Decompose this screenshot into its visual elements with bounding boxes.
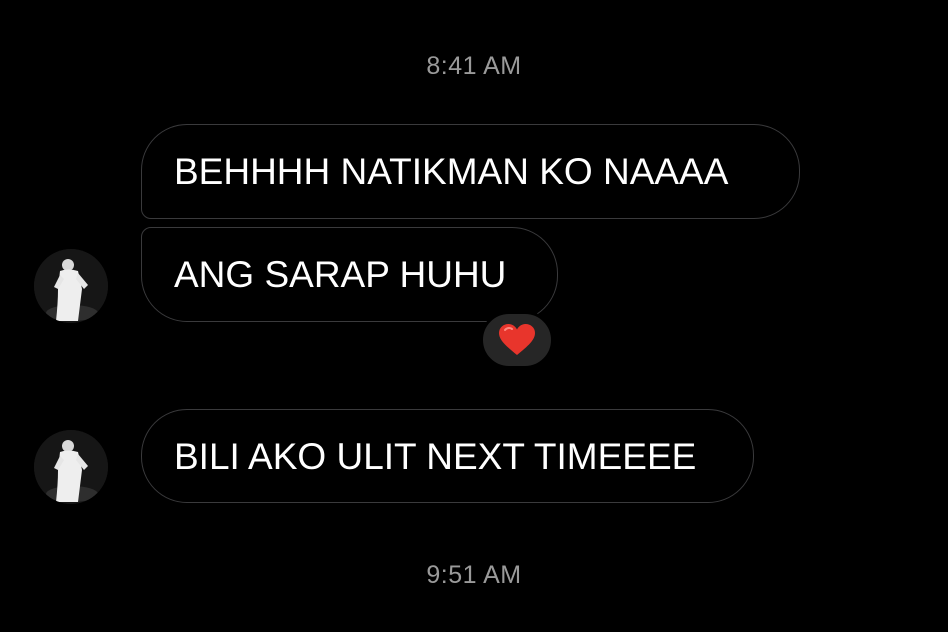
message-text: ANG SARAP HUHU [174, 254, 507, 295]
message-bubble[interactable]: ANG SARAP HUHU [141, 227, 558, 322]
message-bubble[interactable]: BILI AKO ULIT NEXT TIMEEEE [141, 409, 754, 503]
heart-reaction[interactable] [480, 311, 554, 369]
avatar[interactable] [34, 249, 108, 323]
timestamp-top: 8:41 AM [426, 52, 522, 80]
timestamp-bottom: 9:51 AM [426, 561, 522, 589]
message-text: BILI AKO ULIT NEXT TIMEEEE [174, 435, 697, 477]
heart-icon [499, 324, 535, 355]
avatar[interactable] [34, 430, 108, 504]
message-bubble[interactable]: BEHHHH NATIKMAN KO NAAAA [141, 124, 800, 219]
message-text: BEHHHH NATIKMAN KO NAAAA [174, 151, 729, 192]
